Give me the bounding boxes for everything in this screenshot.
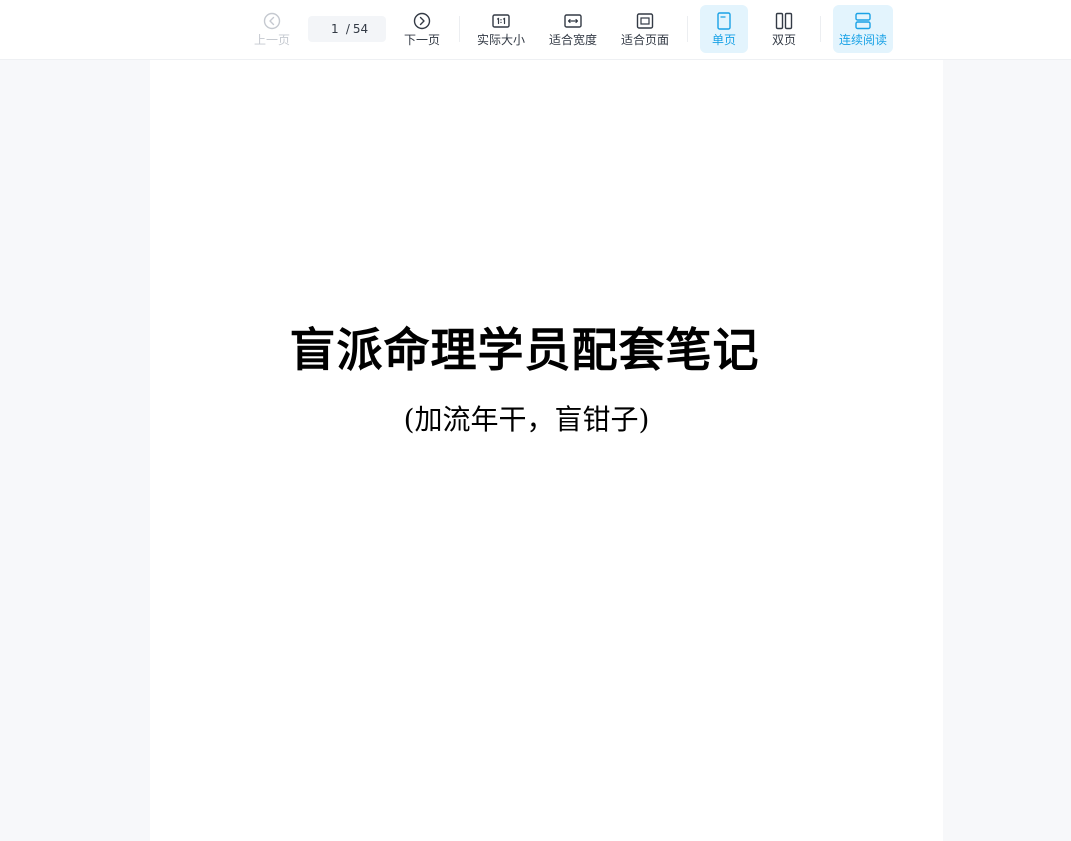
double-page-label: 双页 — [771, 33, 796, 47]
fit-page-icon — [636, 13, 654, 29]
prev-page-button[interactable]: 上一页 — [248, 5, 296, 53]
fit-width-button[interactable]: 适合宽度 — [544, 5, 602, 53]
fit-width-icon — [564, 14, 582, 28]
document-title: 盲派命理学员配套笔记 — [289, 323, 760, 377]
toolbar-divider — [687, 16, 688, 42]
next-page-button[interactable]: 下一页 — [398, 5, 446, 53]
next-page-label: 下一页 — [403, 33, 440, 47]
page-separator: / — [345, 22, 350, 36]
double-page-icon — [775, 12, 793, 30]
continuous-reading-label: 连续阅读 — [838, 33, 887, 47]
toolbar-divider — [459, 16, 460, 42]
single-page-button[interactable]: 单页 — [700, 5, 748, 53]
fit-page-button[interactable]: 适合页面 — [616, 5, 674, 53]
toolbar-divider — [820, 16, 821, 42]
fit-width-label: 适合宽度 — [548, 33, 597, 47]
continuous-reading-button[interactable]: 连续阅读 — [833, 5, 893, 53]
single-page-icon — [717, 12, 731, 30]
chevron-right-circle-icon — [413, 12, 431, 30]
viewer-toolbar: 上一页 / 54 下一页 实际大小 适合宽度 — [0, 0, 1071, 60]
continuous-scroll-icon — [855, 12, 871, 30]
prev-page-label: 上一页 — [253, 33, 290, 47]
document-subtitle: (加流年干，盲钳子) — [403, 403, 650, 436]
single-page-label: 单页 — [711, 33, 736, 47]
actual-size-label: 实际大小 — [476, 33, 525, 47]
document-viewer[interactable]: 盲派命理学员配套笔记 (加流年干，盲钳子) — [0, 60, 1071, 841]
chevron-left-circle-icon — [263, 12, 281, 30]
page-indicator: / 54 — [308, 16, 386, 42]
current-page-input[interactable] — [325, 22, 344, 36]
fit-page-label: 适合页面 — [620, 33, 669, 47]
document-page: 盲派命理学员配套笔记 (加流年干，盲钳子) — [150, 60, 943, 841]
actual-size-button[interactable]: 实际大小 — [472, 5, 530, 53]
total-pages: 54 — [352, 22, 369, 36]
one-to-one-icon — [492, 14, 510, 28]
double-page-button[interactable]: 双页 — [760, 5, 808, 53]
